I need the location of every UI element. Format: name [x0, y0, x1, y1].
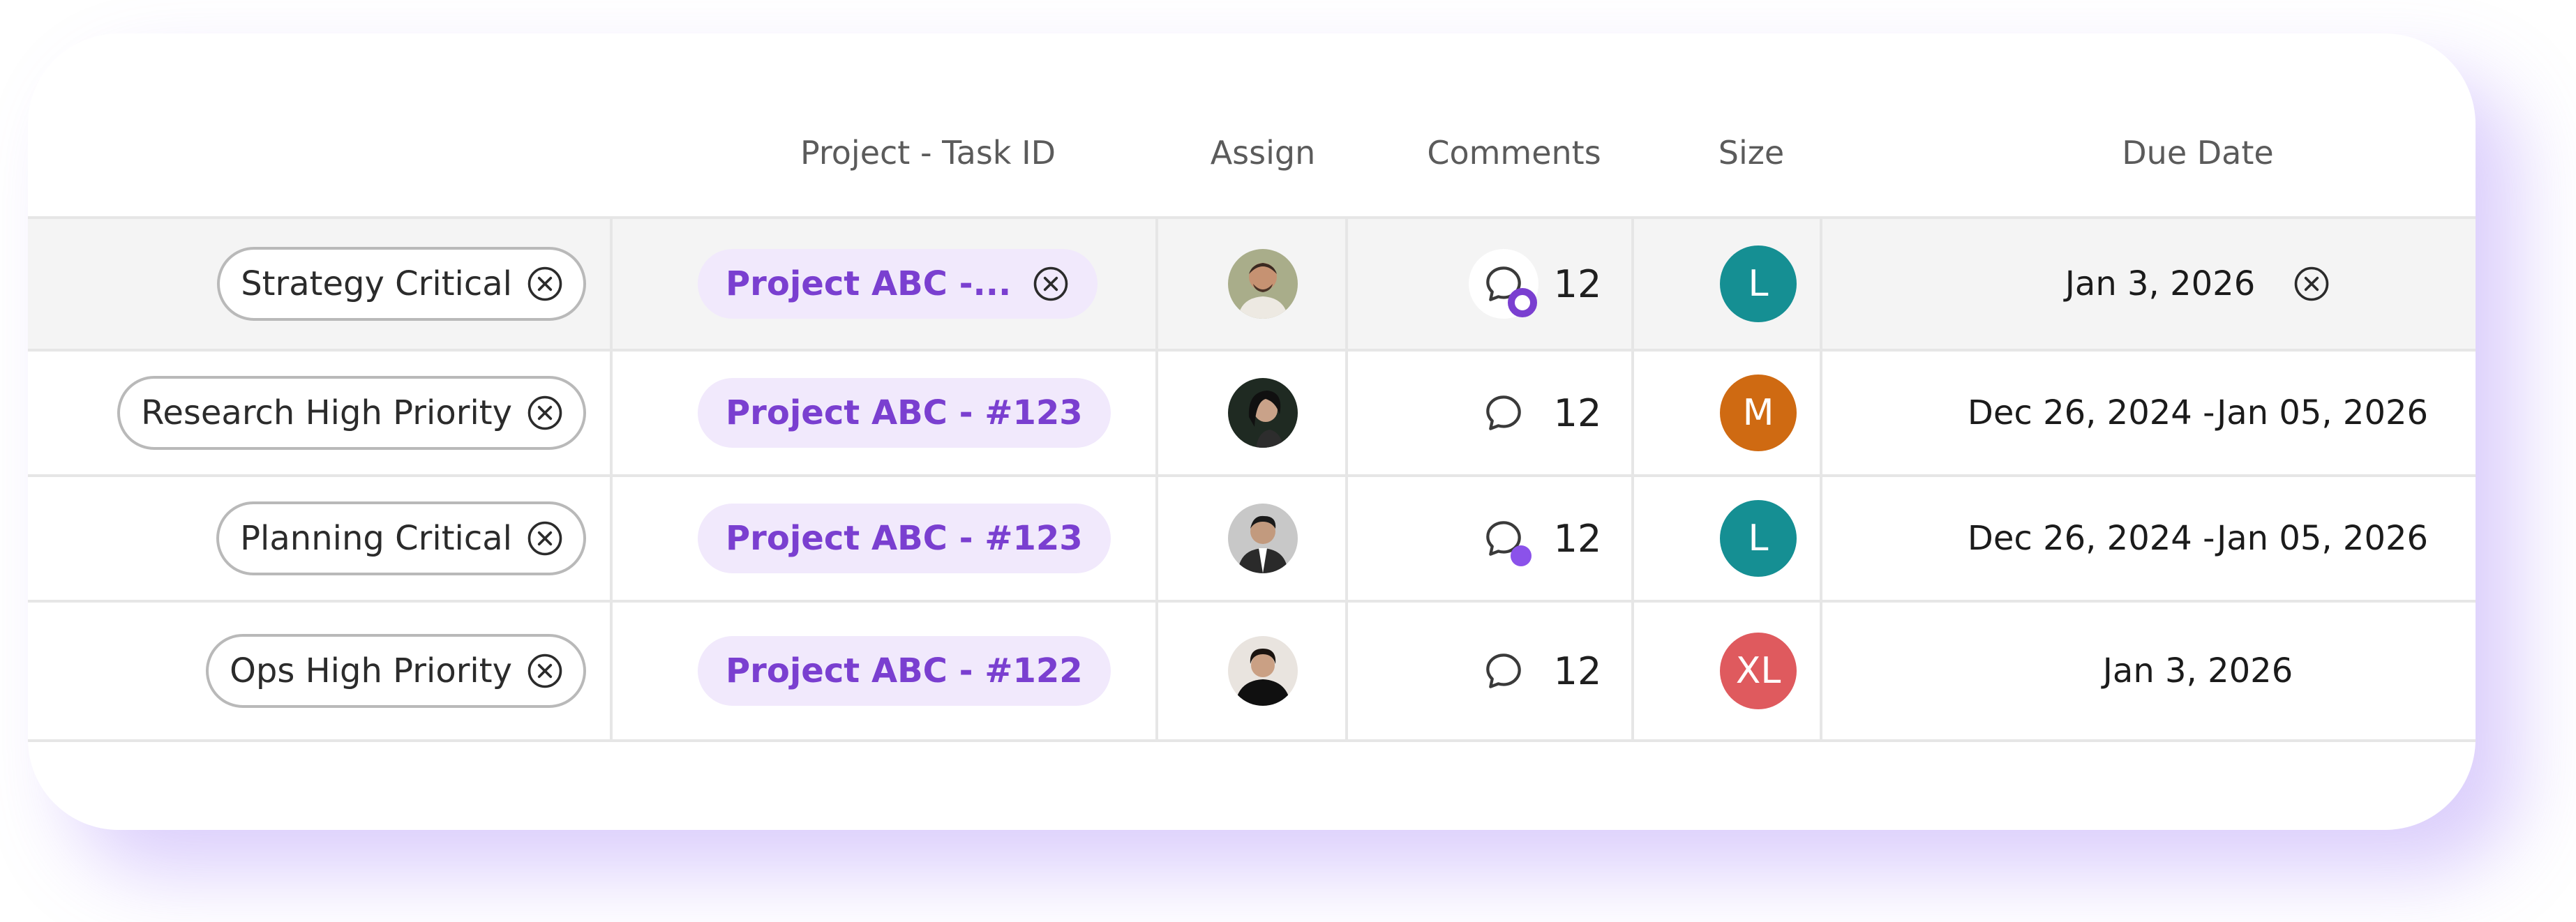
due-date-cell: Dec 26, 2024 -Jan 05, 2026: [1898, 352, 2476, 474]
label-cell: Strategy Critical: [28, 219, 586, 349]
size-cell: L: [1688, 219, 1828, 349]
table-row[interactable]: Planning Critical Project ABC - #123 12 …: [28, 474, 2476, 600]
unread-dot-badge: [1510, 545, 1532, 566]
comments-group[interactable]: 12: [1469, 636, 1602, 706]
table-row[interactable]: Ops High Priority Project ABC - #122 12 …: [28, 600, 2476, 742]
project-chip[interactable]: Project ABC - #123: [698, 378, 1111, 448]
label-chip-text: Ops High Priority: [230, 651, 512, 690]
unread-ring-badge: [1507, 288, 1537, 317]
comment-button[interactable]: [1469, 378, 1538, 448]
size-cell: L: [1688, 477, 1828, 600]
user-avatar[interactable]: [1228, 249, 1298, 319]
size-badge[interactable]: XL: [1720, 633, 1797, 709]
project-cell: Project ABC - #123: [698, 477, 1186, 600]
comment-button[interactable]: [1469, 636, 1538, 706]
speech-bubble-icon: [1485, 395, 1521, 430]
circle-x-icon[interactable]: [526, 265, 564, 303]
header-assign[interactable]: Assign: [1158, 134, 1368, 172]
table-header: Project - Task ID Assign Comments Size D…: [28, 33, 2476, 216]
size-badge[interactable]: M: [1720, 375, 1797, 451]
user-avatar[interactable]: [1228, 636, 1298, 706]
assign-cell: [1158, 219, 1368, 349]
column-divider: [1345, 216, 1348, 742]
due-date-cell: Jan 3, 2026: [1898, 603, 2476, 739]
project-chip[interactable]: Project ABC -...: [698, 249, 1098, 319]
header-comments[interactable]: Comments: [1381, 134, 1647, 172]
circle-x-icon[interactable]: [526, 520, 564, 557]
speech-bubble-icon: [1485, 653, 1521, 688]
comments-group[interactable]: 12: [1469, 504, 1602, 573]
column-divider: [1631, 216, 1634, 742]
comment-count: 12: [1553, 649, 1602, 693]
due-date-text[interactable]: Dec 26, 2024 -Jan 05, 2026: [1968, 519, 2428, 558]
label-chip-text: Strategy Critical: [241, 264, 512, 303]
comment-count: 12: [1553, 516, 1602, 561]
project-chip[interactable]: Project ABC - #122: [698, 636, 1111, 706]
due-date-cell: Dec 26, 2024 -Jan 05, 2026: [1898, 477, 2476, 600]
label-chip-text: Planning Critical: [240, 519, 512, 558]
header-due-date[interactable]: Due Date: [2023, 134, 2372, 172]
comment-count: 12: [1553, 262, 1602, 306]
comments-group[interactable]: 12: [1468, 249, 1602, 319]
due-date-text[interactable]: Dec 26, 2024 -Jan 05, 2026: [1968, 393, 2428, 432]
header-size[interactable]: Size: [1661, 134, 1842, 172]
label-cell: Ops High Priority: [28, 603, 586, 739]
label-cell: Planning Critical: [28, 477, 586, 600]
due-date-text[interactable]: Jan 3, 2026: [2065, 264, 2255, 303]
column-divider: [1820, 216, 1822, 742]
circle-x-icon[interactable]: [526, 652, 564, 690]
due-date-cell: Jan 3, 2026: [1898, 219, 2476, 349]
assign-cell: [1158, 603, 1368, 739]
assign-cell: [1158, 352, 1368, 474]
table-row[interactable]: Research High Priority Project ABC - #12…: [28, 349, 2476, 474]
size-cell: XL: [1688, 603, 1828, 739]
label-chip[interactable]: Research High Priority: [117, 376, 586, 450]
user-avatar[interactable]: [1228, 504, 1298, 573]
project-cell: Project ABC -...: [698, 219, 1186, 349]
circle-x-icon[interactable]: [2293, 265, 2330, 303]
task-table-card: Project - Task ID Assign Comments Size D…: [28, 33, 2476, 830]
label-chip-text: Research High Priority: [141, 393, 512, 432]
comment-button[interactable]: [1468, 249, 1538, 319]
table-row[interactable]: Strategy Critical Project ABC -... 12 L …: [28, 216, 2476, 349]
circle-x-icon[interactable]: [526, 394, 564, 432]
comments-group[interactable]: 12: [1469, 378, 1602, 448]
assign-cell: [1158, 477, 1368, 600]
comment-count: 12: [1553, 391, 1602, 435]
header-project-task-id[interactable]: Project - Task ID: [754, 134, 1102, 172]
label-cell: Research High Priority: [28, 352, 586, 474]
project-chip-text: Project ABC -...: [726, 264, 1012, 303]
label-chip[interactable]: Planning Critical: [216, 501, 586, 575]
label-chip[interactable]: Strategy Critical: [217, 247, 586, 321]
label-chip[interactable]: Ops High Priority: [206, 634, 586, 708]
project-cell: Project ABC - #122: [698, 603, 1186, 739]
project-cell: Project ABC - #123: [698, 352, 1186, 474]
column-divider: [610, 216, 613, 742]
size-badge[interactable]: L: [1720, 245, 1797, 322]
size-badge[interactable]: L: [1720, 500, 1797, 577]
project-chip[interactable]: Project ABC - #123: [698, 504, 1111, 573]
comment-button[interactable]: [1469, 504, 1538, 573]
due-date-text[interactable]: Jan 3, 2026: [2103, 651, 2293, 690]
circle-x-icon[interactable]: [1032, 265, 1070, 303]
column-divider: [1155, 216, 1158, 742]
size-cell: M: [1688, 352, 1828, 474]
user-avatar[interactable]: [1228, 378, 1298, 448]
